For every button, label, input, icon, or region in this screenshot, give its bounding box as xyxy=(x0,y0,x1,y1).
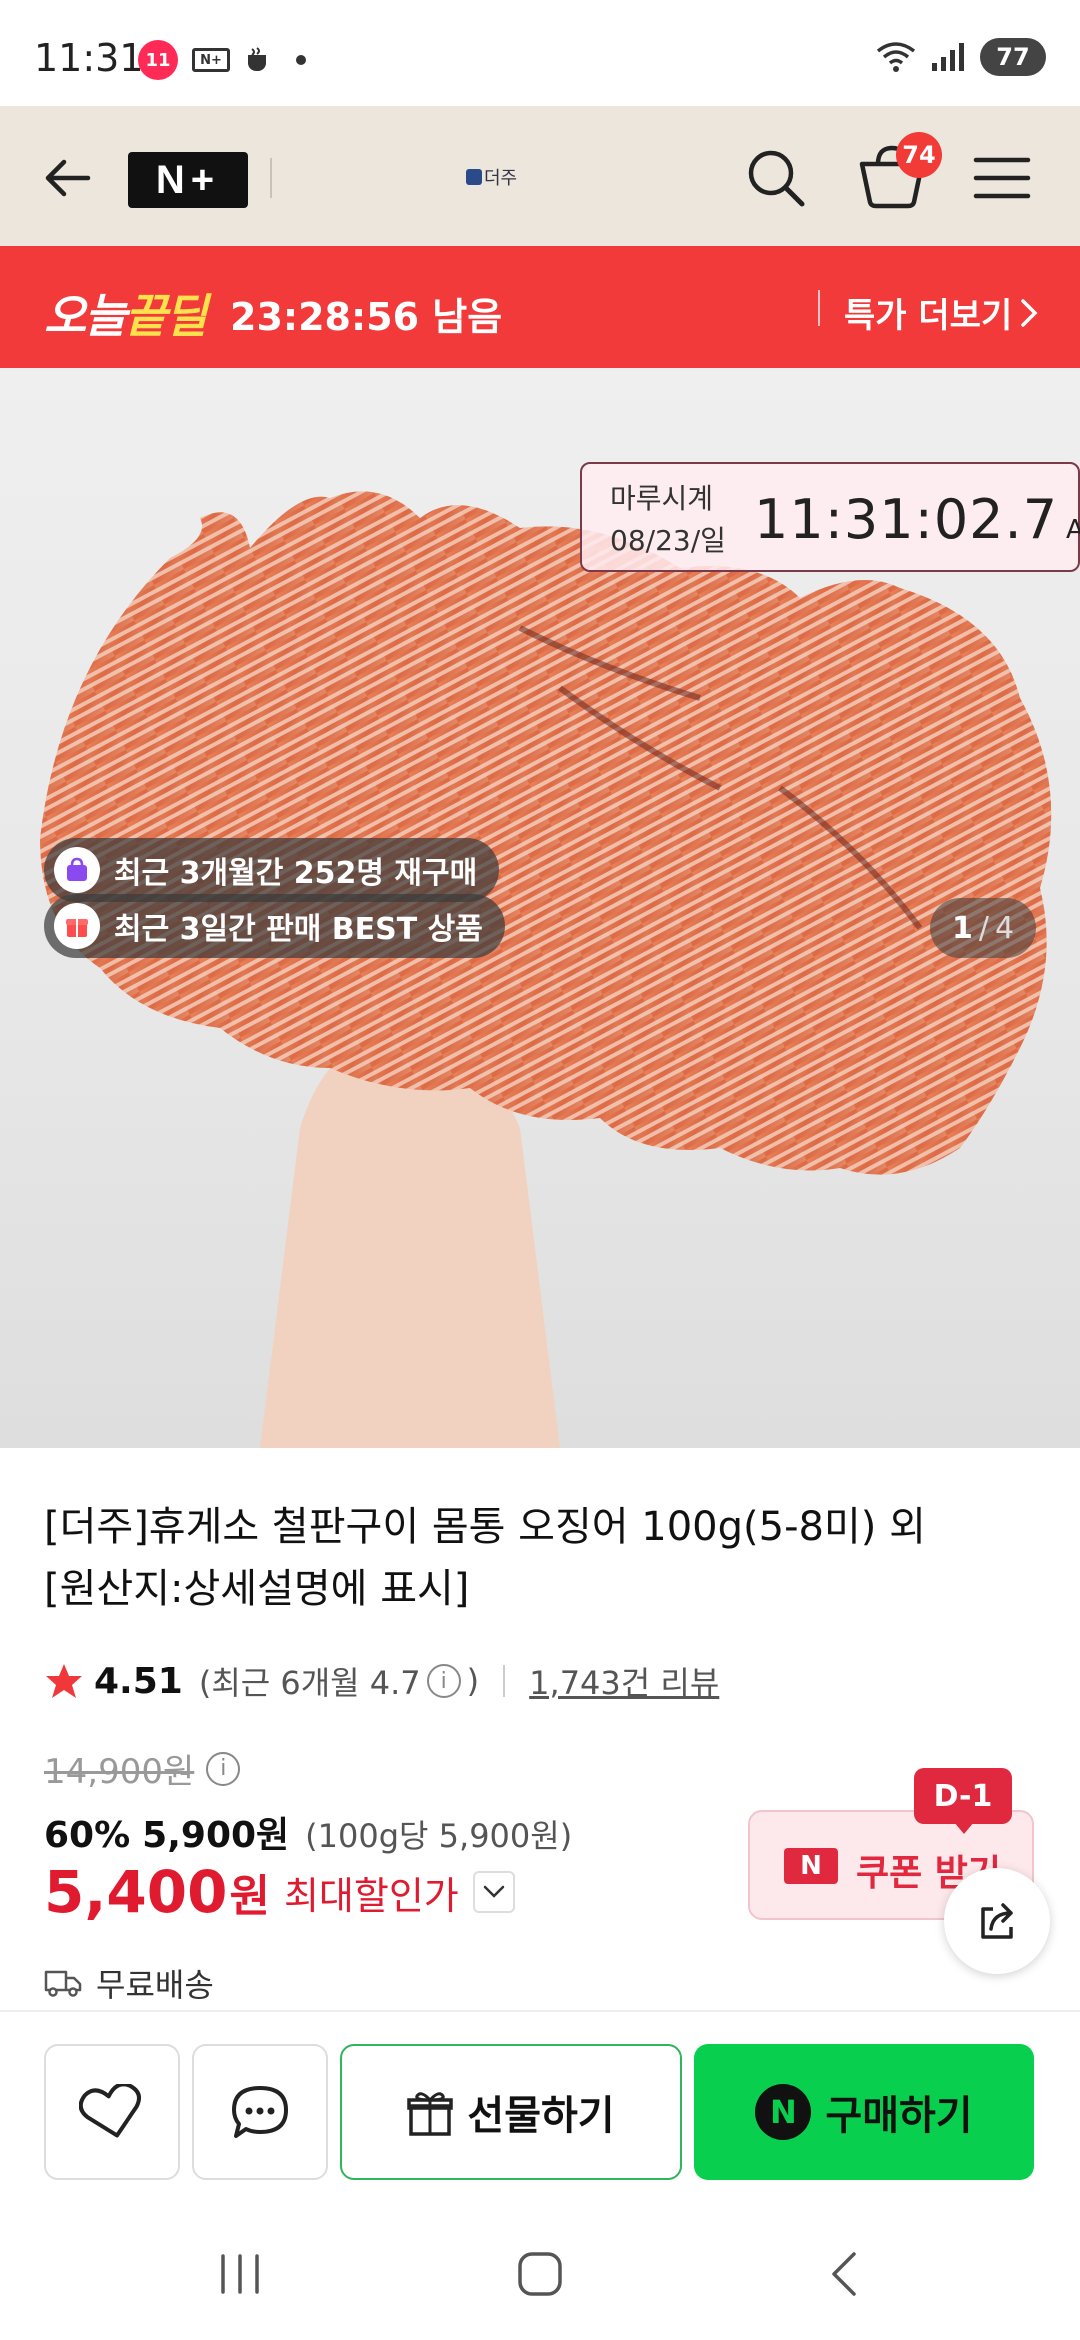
home-icon xyxy=(518,2252,562,2296)
header-divider xyxy=(270,158,272,198)
naver-pay-icon: N xyxy=(755,2084,812,2140)
clock-time: 11:31:02.7AM xyxy=(754,488,1080,551)
coupon-dday-badge: D-1 xyxy=(914,1768,1012,1834)
deal-divider xyxy=(818,290,820,326)
best-seller-badge: 최근 3일간 판매 BEST 상품 xyxy=(44,894,505,958)
recent-rating[interactable]: (최근 6개월 4.7 i ) xyxy=(199,1658,479,1704)
chat-bubble-icon xyxy=(232,2086,288,2138)
pager-total: 4 xyxy=(994,910,1015,946)
chevron-down-icon[interactable] xyxy=(472,1871,515,1913)
bottom-action-bar: 선물하기 N 구매하기 xyxy=(0,2010,1080,2206)
unit-price: (100g당 5,900원) xyxy=(305,1817,573,1855)
hamburger-menu-icon[interactable] xyxy=(972,150,1032,206)
clock-label-name: 마루시계 xyxy=(610,482,714,515)
buy-label: 구매하기 xyxy=(825,2093,973,2139)
clock-ampm: AM xyxy=(1066,515,1080,545)
product-title-line1: [더주]휴게소 철판구이 몸통 오징어 100g(5-8미) 외 xyxy=(44,1504,926,1550)
star-icon xyxy=(46,1664,82,1698)
store-logo-mark-icon xyxy=(466,169,482,185)
status-time: 11:31 xyxy=(34,36,144,80)
cart-count-badge: 74 xyxy=(896,132,942,178)
shipping-text: 무료배송 xyxy=(96,1966,214,2004)
gift-label: 선물하기 xyxy=(467,2093,615,2139)
coffee-app-icon xyxy=(248,47,266,71)
deal-more-label: 특가 더보기 xyxy=(844,296,1013,336)
shopping-bag-icon xyxy=(54,847,100,893)
repurchase-badge: 최근 3개월간 252명 재구매 xyxy=(44,838,500,902)
back-arrow-icon[interactable] xyxy=(40,150,96,206)
max-discount-currency: 원 xyxy=(229,1871,270,1922)
gift-icon xyxy=(407,2092,454,2136)
share-icon xyxy=(981,1903,1013,1939)
clock-label-date: 08/23/일 xyxy=(610,524,726,557)
naver-plus-app-icon: N+ xyxy=(192,48,230,72)
more-notifications-dot xyxy=(296,55,306,65)
system-navigation-bar xyxy=(0,2206,1080,2340)
home-button[interactable] xyxy=(500,2242,580,2306)
max-discount-price: 5,400 xyxy=(44,1858,228,1926)
deal-logo-part1: 오늘 xyxy=(44,289,127,343)
status-system-icons: 77 xyxy=(876,38,1046,76)
discount-rate: 60% xyxy=(44,1815,131,1856)
status-bar: 11:31 11 N+ 77 xyxy=(0,0,1080,106)
chat-button[interactable] xyxy=(192,2044,328,2180)
delivery-truck-icon xyxy=(44,1970,82,1997)
pager-separator: / xyxy=(978,910,989,946)
wishlist-button[interactable] xyxy=(44,2044,180,2180)
deal-more-link[interactable]: 특가 더보기 xyxy=(844,288,1038,337)
review-count-link[interactable]: 1,743건 리뷰 xyxy=(529,1658,719,1704)
eleven-street-app-icon: 11 xyxy=(138,40,178,80)
clock-time-value: 11:31:02.7 xyxy=(754,488,1059,551)
battery-indicator: 77 xyxy=(980,38,1046,76)
sale-price-row: 60% 5,900원 (100g당 5,900원) xyxy=(44,1806,572,1858)
gift-button[interactable]: 선물하기 xyxy=(340,2044,682,2180)
recent-rating-text: (최근 6개월 4.7 xyxy=(198,1664,421,1702)
naver-plus-store-logo[interactable]: N+ xyxy=(128,152,248,208)
deal-logo-part2: 끝딜 xyxy=(124,289,208,343)
deal-countdown: 23:28:56 남음 xyxy=(230,295,503,339)
original-price: 14,900원 xyxy=(44,1752,195,1792)
status-notification-icons: 11 N+ xyxy=(138,40,306,80)
recent-apps-button[interactable] xyxy=(200,2242,280,2306)
image-pager: 1 / 4 xyxy=(930,898,1036,958)
product-image-carousel[interactable]: 마루시계 08/23/일 11:31:02.7AM 최근 3개월간 252명 재… xyxy=(0,368,1080,1448)
max-discount-label: 최대할인가 xyxy=(283,1873,459,1918)
rating-score: 4.51 xyxy=(94,1660,183,1702)
recent-rating-close: ) xyxy=(466,1662,480,1700)
product-title: [더주]휴게소 철판구이 몸통 오징어 100g(5-8미) 외 [원산지:상세… xyxy=(44,1496,984,1620)
chevron-right-icon xyxy=(1021,298,1038,327)
sale-price: 5,900원 xyxy=(142,1815,290,1856)
system-back-button[interactable] xyxy=(804,2242,884,2306)
app-header: N+ 더주 74 xyxy=(0,106,1080,246)
store-logo-text: 더주 xyxy=(484,168,518,189)
today-deal-logo: 오늘끝딜 xyxy=(44,280,208,346)
recent-apps-icon xyxy=(221,2254,259,2294)
clock-label: 마루시계 08/23/일 xyxy=(610,478,726,562)
share-button[interactable] xyxy=(944,1868,1050,1974)
gift-box-icon xyxy=(54,903,100,949)
wifi-icon xyxy=(876,42,916,72)
naver-n-coupon-icon: N xyxy=(784,1848,838,1884)
repurchase-badge-text: 최근 3개월간 252명 재구매 xyxy=(114,856,478,891)
rating-row: 4.51 (최근 6개월 4.7 i ) 1,743건 리뷰 xyxy=(44,1658,719,1704)
store-logo[interactable]: 더주 xyxy=(466,164,517,190)
maru-clock-overlay: 마루시계 08/23/일 11:31:02.7AM xyxy=(580,462,1080,572)
best-seller-badge-text: 최근 3일간 판매 BEST 상품 xyxy=(114,912,483,947)
buy-now-button[interactable]: N 구매하기 xyxy=(694,2044,1034,2180)
product-title-line2: [원산지:상세설명에 표시] xyxy=(44,1566,470,1612)
heart-icon xyxy=(79,2084,141,2138)
info-icon[interactable]: i xyxy=(426,1664,461,1698)
pager-current: 1 xyxy=(951,910,973,946)
max-discount-price-row: 5,400 원 최대할인가 xyxy=(44,1858,515,1926)
shipping-row: 무료배송 xyxy=(44,1960,214,2006)
today-deal-bar[interactable]: 오늘끝딜 23:28:56 남음 특가 더보기 xyxy=(0,246,1080,368)
search-icon[interactable] xyxy=(744,146,808,210)
rating-divider xyxy=(503,1665,506,1697)
signal-icon xyxy=(932,43,964,71)
original-price-row: 14,900원 i xyxy=(44,1744,241,1793)
price-info-icon[interactable]: i xyxy=(206,1751,241,1786)
system-back-icon xyxy=(832,2252,856,2296)
